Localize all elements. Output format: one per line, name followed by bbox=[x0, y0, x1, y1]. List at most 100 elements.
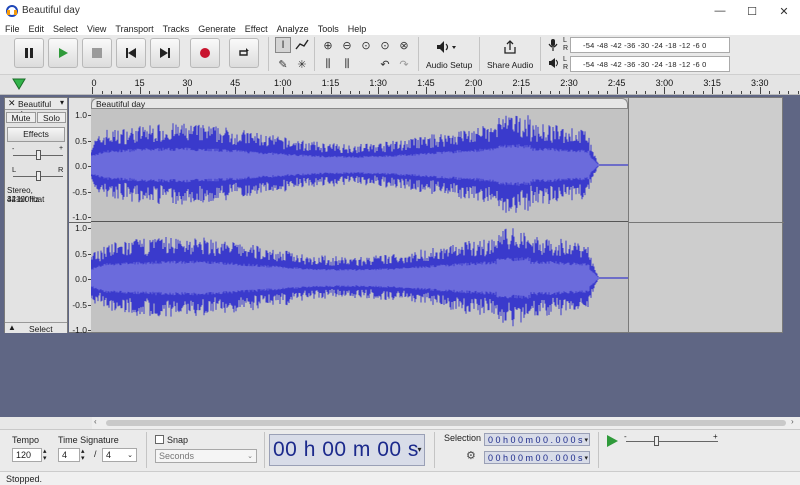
pause-button[interactable] bbox=[14, 38, 44, 68]
fit-selection-button[interactable]: ⊙ bbox=[358, 37, 374, 53]
skip-to-end-button[interactable] bbox=[150, 38, 180, 68]
menu-analyze[interactable]: Analyze bbox=[277, 24, 309, 34]
multi-tool[interactable]: ✳ bbox=[294, 56, 310, 72]
record-button[interactable] bbox=[190, 38, 220, 68]
timeline-minor-tick bbox=[464, 91, 466, 94]
gain-slider-thumb[interactable] bbox=[36, 150, 41, 160]
zoom-out-icon: ⊖ bbox=[342, 39, 352, 52]
menu-file[interactable]: File bbox=[5, 24, 20, 34]
tempo-label: Tempo bbox=[12, 435, 40, 445]
amplitude-label: -0.5 bbox=[72, 299, 87, 310]
menu-generate[interactable]: Generate bbox=[198, 24, 236, 34]
zoom-toggle-button[interactable]: ⊗ bbox=[396, 37, 412, 53]
playback-meter[interactable]: -54 -48 -42 -36 -30 -24 -18 -12 -6 0 bbox=[570, 56, 730, 72]
zoom-in-button[interactable]: ⊕ bbox=[320, 37, 336, 53]
fit-project-icon: ⊙ bbox=[380, 39, 390, 52]
audio-clip[interactable]: Beautiful day bbox=[91, 97, 628, 333]
timeline-minor-tick bbox=[673, 91, 675, 94]
menu-tools[interactable]: Tools bbox=[318, 24, 339, 34]
empty-track-region[interactable] bbox=[628, 97, 784, 333]
playback-speed-thumb[interactable] bbox=[654, 436, 659, 446]
menu-select[interactable]: Select bbox=[53, 24, 78, 34]
record-meter[interactable]: -54 -48 -42 -36 -30 -24 -18 -12 -6 0 bbox=[570, 37, 730, 53]
selection-start-field[interactable]: 0 0 h 0 0 m 0 0 . 0 0 0 s ▾ bbox=[484, 433, 590, 446]
menu-transport[interactable]: Transport bbox=[115, 24, 153, 34]
time-signature-denominator[interactable]: 4 ⌄ bbox=[102, 448, 137, 462]
trim-outside-button[interactable]: ⫼ bbox=[320, 56, 336, 72]
menu-help[interactable]: Help bbox=[348, 24, 367, 34]
undo-button[interactable]: ↶ bbox=[377, 56, 393, 72]
skip-to-start-button[interactable] bbox=[116, 38, 146, 68]
timeline-minor-tick bbox=[731, 91, 733, 94]
zoom-toggle-icon: ⊗ bbox=[399, 39, 409, 52]
amplitude-label: 1.0 bbox=[75, 223, 87, 233]
audio-setup-button[interactable]: Audio Setup bbox=[424, 38, 474, 72]
clip-header[interactable]: Beautiful day bbox=[91, 98, 628, 109]
timeline-ruler[interactable]: 0 15 30 45 1:00 1:15 1:30 1:45 2:00 2:15 2:30 2:45 3… bbox=[0, 75, 800, 95]
timeline-minor-tick bbox=[406, 91, 408, 94]
share-audio-label: Share Audio bbox=[487, 60, 534, 70]
redo-button[interactable]: ↷ bbox=[396, 56, 412, 72]
close-button[interactable]: ✕ bbox=[768, 0, 800, 22]
menu-effect[interactable]: Effect bbox=[245, 24, 268, 34]
menu-edit[interactable]: Edit bbox=[29, 24, 45, 34]
window-title: Beautiful day bbox=[22, 5, 80, 16]
play-button[interactable] bbox=[48, 38, 78, 68]
snap-unit-select[interactable]: Seconds ⌄ bbox=[155, 449, 257, 463]
timeline-minor-tick bbox=[435, 91, 437, 94]
timeline-tick bbox=[282, 87, 284, 94]
zoom-out-button[interactable]: ⊖ bbox=[339, 37, 355, 53]
timesig-spinner-icon[interactable]: ▴ ▾ bbox=[81, 448, 85, 462]
timeline-minor-tick bbox=[483, 91, 485, 94]
scroll-right-icon[interactable]: › bbox=[791, 417, 794, 426]
timeline-tick bbox=[378, 87, 380, 94]
selection-end-field[interactable]: 0 0 h 0 0 m 0 0 . 0 0 0 s ▾ bbox=[484, 451, 590, 464]
track-menu-dropdown-icon[interactable]: ▾ bbox=[60, 98, 64, 107]
audacity-logo-icon bbox=[6, 5, 18, 17]
share-audio-button[interactable]: Share Audio bbox=[485, 38, 535, 72]
timeline-minor-tick bbox=[340, 91, 342, 94]
timeline-minor-tick bbox=[216, 91, 218, 94]
timeline-minor-tick bbox=[196, 91, 198, 94]
stop-icon bbox=[92, 48, 102, 58]
maximize-button[interactable]: ☐ bbox=[736, 0, 768, 22]
scroll-left-icon[interactable]: ‹ bbox=[94, 417, 97, 426]
tempo-input[interactable]: 120 bbox=[12, 448, 42, 462]
timeline-minor-tick bbox=[740, 91, 742, 94]
time-format-dropdown-icon[interactable]: ▾ bbox=[417, 445, 422, 454]
timeline-minor-tick bbox=[645, 91, 647, 94]
timeline-minor-tick bbox=[788, 91, 790, 94]
scrollbar-thumb[interactable] bbox=[106, 420, 786, 426]
play-at-speed-icon[interactable] bbox=[605, 434, 619, 448]
minimize-button[interactable]: — bbox=[704, 0, 736, 22]
track-close-button[interactable]: ✕ bbox=[8, 98, 16, 109]
envelope-tool[interactable] bbox=[294, 37, 310, 53]
tempo-spinner-icon[interactable]: ▴ ▾ bbox=[43, 448, 47, 462]
collapse-track-icon[interactable]: ▲ bbox=[8, 323, 16, 332]
selection-tool[interactable]: I bbox=[275, 37, 291, 53]
menu-view[interactable]: View bbox=[87, 24, 106, 34]
stop-button[interactable] bbox=[82, 38, 112, 68]
time-signature-numerator[interactable]: 4 bbox=[58, 448, 80, 462]
loop-button[interactable] bbox=[229, 38, 259, 68]
timeline-tick bbox=[235, 87, 237, 94]
playback-speed-slider[interactable] bbox=[626, 441, 718, 442]
silence-icon: ⫼ bbox=[344, 57, 350, 70]
solo-button[interactable]: Solo bbox=[37, 112, 66, 123]
pan-slider-thumb[interactable] bbox=[36, 171, 41, 181]
timeline-minor-tick bbox=[588, 91, 590, 94]
share-icon bbox=[504, 40, 516, 54]
selection-start-value: 0 0 h 0 0 m 0 0 . 0 0 0 s bbox=[488, 434, 583, 445]
horizontal-scrollbar[interactable]: ‹ › bbox=[92, 417, 800, 429]
time-display[interactable]: 00 h 00 m 00 s ▾ bbox=[269, 434, 425, 466]
mute-button[interactable]: Mute bbox=[6, 112, 36, 123]
selection-settings-gear-icon[interactable]: ⚙ bbox=[466, 449, 476, 462]
draw-tool[interactable]: ✎ bbox=[275, 56, 291, 72]
select-track-button[interactable]: Select bbox=[29, 324, 53, 334]
snap-checkbox[interactable] bbox=[155, 435, 164, 444]
fit-project-button[interactable]: ⊙ bbox=[377, 37, 393, 53]
menu-tracks[interactable]: Tracks bbox=[163, 24, 190, 34]
effects-button[interactable]: Effects bbox=[7, 127, 65, 142]
menu-bar: File Edit Select View Transport Tracks G… bbox=[0, 22, 800, 35]
silence-selection-button[interactable]: ⫼ bbox=[339, 56, 355, 72]
